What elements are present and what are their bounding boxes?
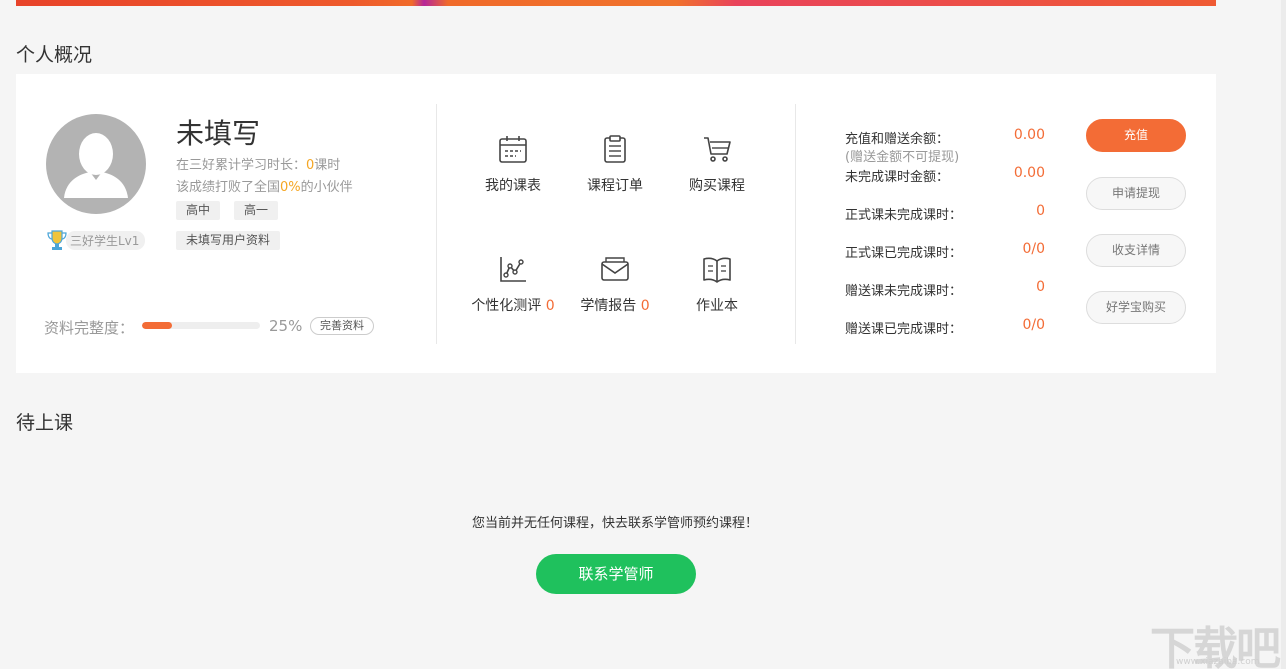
menu-item-orders[interactable]: 课程订单 bbox=[565, 134, 665, 195]
overview-section-title: 个人概况 bbox=[16, 44, 93, 66]
gift-finished-label: 赠送课已完成课时： bbox=[845, 322, 963, 337]
menu-label: 学情报告 0 bbox=[580, 298, 650, 314]
haoxuebao-buy-button[interactable]: 好学宝购买 bbox=[1086, 291, 1186, 324]
trophy-icon bbox=[47, 230, 67, 250]
menu-item-homework[interactable]: 作业本 bbox=[667, 254, 767, 315]
menu-label: 我的课表 bbox=[485, 178, 541, 194]
gift-unfinished-value: 0 bbox=[1036, 279, 1045, 295]
clipboard-icon bbox=[604, 135, 626, 163]
top-banner-strip bbox=[16, 0, 1216, 6]
formal-finished-value: 0/0 bbox=[1022, 241, 1045, 257]
completeness-label: 资料完整度： bbox=[44, 319, 135, 337]
envelope-icon bbox=[601, 257, 629, 281]
divider-left bbox=[436, 104, 437, 344]
withdraw-button[interactable]: 申请提现 bbox=[1086, 177, 1186, 210]
study-hours-unit: 课时 bbox=[314, 158, 341, 173]
completeness-progress-bar bbox=[142, 322, 260, 329]
tag-profile-incomplete: 未填写用户资料 bbox=[176, 231, 281, 250]
ranking-percent: 0% bbox=[280, 180, 301, 195]
cart-icon bbox=[704, 137, 731, 162]
study-hours-prefix: 在三好累计学习时长： bbox=[176, 158, 307, 173]
balance-value: 0.00 bbox=[1013, 127, 1045, 143]
study-hours-line: 在三好累计学习时长：0课时 bbox=[176, 154, 340, 173]
upcoming-section-title: 待上课 bbox=[16, 412, 74, 434]
unfinished-amount-value: 0.00 bbox=[1013, 165, 1045, 181]
menu-label: 课程订单 bbox=[587, 178, 643, 194]
completeness-progress-fill bbox=[142, 322, 172, 329]
vertical-scrollbar[interactable] bbox=[1281, 0, 1286, 669]
level-badge: 三好学生Lv1 bbox=[46, 229, 146, 251]
overview-card: 三好学生Lv1 未填写 在三好累计学习时长：0课时 该成绩打败了全国0%的小伙伴… bbox=[16, 74, 1216, 373]
menu-item-report[interactable]: 学情报告 0 bbox=[565, 254, 665, 315]
menu-item-assessment[interactable]: 个性化测评 0 bbox=[463, 254, 563, 315]
menu-item-buy-courses[interactable]: 购买课程 bbox=[667, 134, 767, 195]
balance-label: 充值和赠送余额： bbox=[845, 132, 950, 147]
divider-right bbox=[795, 104, 796, 344]
tag-grade: 高一 bbox=[234, 201, 279, 220]
menu-label: 个性化测评 0 bbox=[471, 298, 555, 314]
gift-finished-value: 0/0 bbox=[1022, 317, 1045, 333]
recharge-button[interactable]: 充值 bbox=[1086, 119, 1186, 152]
watermark-url: www.xiazaiba.com bbox=[1176, 657, 1260, 667]
book-icon bbox=[703, 257, 731, 283]
menu-item-schedule[interactable]: 我的课表 bbox=[463, 134, 563, 195]
avatar[interactable] bbox=[46, 114, 146, 214]
level-label: 三好学生Lv1 bbox=[66, 230, 146, 250]
menu-label: 作业本 bbox=[696, 298, 738, 314]
user-name: 未填写 bbox=[176, 117, 261, 150]
formal-unfinished-label: 正式课未完成课时： bbox=[845, 208, 963, 223]
menu-label: 购买课程 bbox=[689, 178, 745, 194]
formal-finished-label: 正式课已完成课时： bbox=[845, 246, 963, 261]
unfinished-amount-label: 未完成课时金额： bbox=[845, 170, 950, 185]
balance-note: (赠送金额不可提现) bbox=[845, 150, 960, 165]
contact-advisor-button[interactable]: 联系学管师 bbox=[536, 554, 696, 594]
chart-icon bbox=[500, 257, 526, 282]
formal-unfinished-value: 0 bbox=[1036, 203, 1045, 219]
ranking-suffix: 的小伙伴 bbox=[300, 180, 353, 195]
transactions-button[interactable]: 收支详情 bbox=[1086, 234, 1186, 267]
user-silhouette-icon bbox=[64, 133, 128, 198]
ranking-prefix: 该成绩打败了全国 bbox=[176, 180, 281, 195]
tag-school-level: 高中 bbox=[176, 201, 221, 220]
ranking-line: 该成绩打败了全国0%的小伙伴 bbox=[176, 176, 353, 195]
complete-profile-button[interactable]: 完善资料 bbox=[310, 317, 374, 335]
empty-course-message: 您当前并无任何课程，快去联系学管师预约课程！ bbox=[471, 516, 758, 531]
calendar-icon bbox=[499, 136, 527, 163]
completeness-percent: 25% bbox=[269, 317, 303, 335]
gift-unfinished-label: 赠送课未完成课时： bbox=[845, 284, 963, 299]
